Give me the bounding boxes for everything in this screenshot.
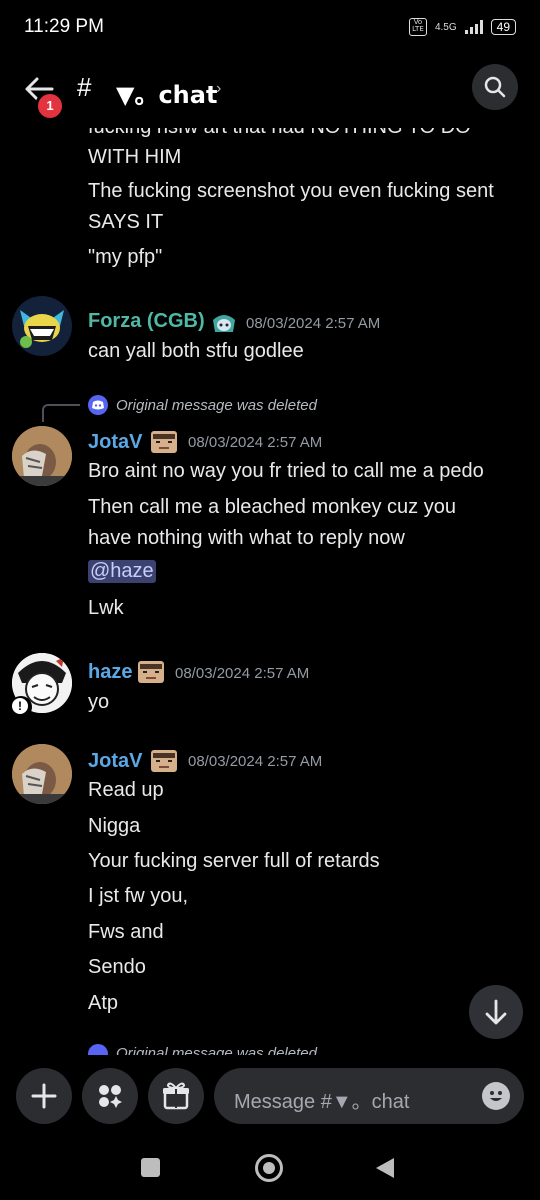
message-line: SAYS IT xyxy=(88,211,164,233)
recents-button[interactable] xyxy=(141,1158,160,1177)
reply-deleted-text[interactable]: Original message was deleted xyxy=(116,1045,317,1055)
message-text: Nigga xyxy=(88,815,141,837)
username-jotav[interactable]: JotaV xyxy=(88,750,142,773)
alert-icon: ! xyxy=(12,698,28,714)
message-text: Your fucking server full of retards xyxy=(88,850,380,872)
avatar-forza[interactable] xyxy=(12,296,72,356)
timestamp: 08/03/2024 2:57 AM xyxy=(175,665,310,682)
message-text: yo xyxy=(88,691,110,713)
emoji-button[interactable] xyxy=(482,1082,510,1110)
message-text: Lwk xyxy=(88,597,124,619)
message-text: I jst fw you, xyxy=(88,885,189,907)
jump-to-present-button[interactable] xyxy=(469,985,523,1039)
status-time: 11:29 PM xyxy=(24,16,104,37)
signal-icon xyxy=(464,20,483,34)
message-line: fucking nsfw art that had NOTHING TO DO xyxy=(88,120,471,138)
gift-button[interactable] xyxy=(148,1068,204,1124)
status-indicator: ! xyxy=(10,696,32,718)
network-label: 4.5G xyxy=(434,21,457,33)
reply-deleted-text[interactable]: Original message was deleted xyxy=(116,397,317,414)
miku-emoji-icon xyxy=(211,312,237,334)
add-button[interactable] xyxy=(16,1068,72,1124)
unread-badge: 1 xyxy=(35,91,65,121)
status-icons: Vo LTE 4.5G 49 xyxy=(408,18,516,36)
message-input-placeholder: Message #▼。chat xyxy=(234,1091,410,1113)
back-nav-button[interactable] xyxy=(374,1156,396,1180)
message-line: The fucking screenshot you even fucking … xyxy=(88,180,494,202)
message-line: WITH HIM xyxy=(88,146,182,168)
face-emoji-icon xyxy=(151,431,177,453)
message-text: Fws and xyxy=(88,921,164,943)
smiley-icon xyxy=(490,1091,502,1101)
status-bar: 11:29 PM Vo LTE 4.5G 49 xyxy=(0,0,540,56)
timestamp: 08/03/2024 2:57 AM xyxy=(188,753,323,770)
chevron-right-icon[interactable]: › xyxy=(216,80,221,98)
search-icon xyxy=(484,76,506,98)
apps-icon xyxy=(99,1085,122,1108)
apps-button[interactable] xyxy=(82,1068,138,1124)
timestamp: 08/03/2024 2:57 AM xyxy=(246,315,381,332)
composer-bar: Message #▼。chat xyxy=(0,1056,540,1138)
message-text: Sendo xyxy=(88,956,146,978)
message-text: Then call me a bleached monkey cuz you xyxy=(88,496,456,518)
channel-header: 1 # ▼。chat › xyxy=(0,58,540,121)
home-button[interactable] xyxy=(255,1154,283,1182)
avatar-jotav[interactable] xyxy=(12,426,72,486)
message-text: Atp xyxy=(88,992,119,1014)
discord-logo-icon xyxy=(88,1044,108,1055)
search-button[interactable] xyxy=(472,64,518,110)
message-text: Read up xyxy=(88,779,164,801)
avatar-jotav[interactable] xyxy=(12,744,72,804)
volte-icon: Vo LTE xyxy=(408,18,427,36)
username-haze[interactable]: haze xyxy=(88,661,132,684)
reply-connector xyxy=(42,404,80,422)
message-text: Bro aint no way you fr tried to call me … xyxy=(88,460,484,482)
message-input[interactable]: Message #▼。chat xyxy=(214,1068,524,1124)
arrow-down-icon xyxy=(485,999,507,1025)
message-feed[interactable]: fucking nsfw art that had NOTHING TO DO … xyxy=(0,120,540,1055)
channel-name[interactable]: ▼。chat xyxy=(116,75,217,110)
system-nav-bar xyxy=(0,1138,540,1200)
message-text: have nothing with what to reply now xyxy=(88,527,405,549)
message-line: "my pfp" xyxy=(88,246,163,268)
channel-hash-icon: # xyxy=(77,72,92,102)
discord-logo-icon xyxy=(88,395,108,415)
face-emoji-icon xyxy=(151,750,177,772)
timestamp: 08/03/2024 2:57 AM xyxy=(188,434,323,451)
message-text: can yall both stfu godlee xyxy=(88,340,304,362)
battery-indicator: 49 xyxy=(490,19,516,35)
username-forza[interactable]: Forza (CGB) xyxy=(88,310,205,333)
user-mention[interactable]: @haze xyxy=(88,560,156,583)
username-jotav[interactable]: JotaV xyxy=(88,431,142,454)
face-emoji-icon xyxy=(138,661,164,683)
plus-icon xyxy=(31,1083,57,1109)
gift-icon xyxy=(163,1082,189,1110)
